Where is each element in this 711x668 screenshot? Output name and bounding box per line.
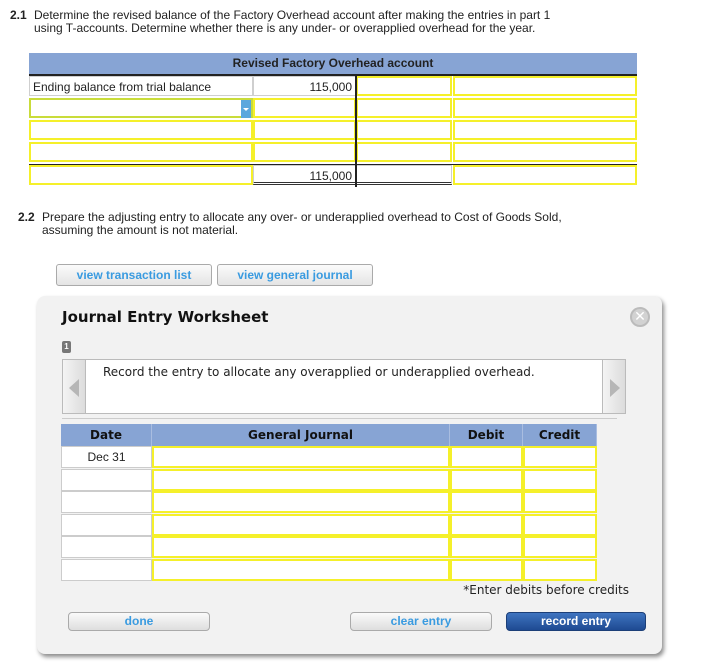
step-badge[interactable]: 1 bbox=[62, 341, 71, 353]
debit-input[interactable] bbox=[450, 491, 523, 513]
credit-input[interactable] bbox=[523, 536, 597, 558]
credit-input[interactable] bbox=[523, 446, 597, 468]
label-input[interactable] bbox=[29, 142, 253, 162]
column-header-credit: Credit bbox=[523, 424, 597, 446]
credit-input[interactable] bbox=[356, 98, 452, 118]
done-button[interactable]: done bbox=[68, 612, 210, 631]
t-account-table: Revised Factory Overhead account Ending … bbox=[29, 53, 637, 187]
debit-value: 115,000 bbox=[253, 76, 356, 96]
question-number: 2.2 bbox=[18, 210, 35, 224]
account-input[interactable] bbox=[152, 536, 450, 558]
question-text-line-2: assuming the amount is not material. bbox=[42, 223, 239, 237]
debits-note: *Enter debits before credits bbox=[463, 583, 629, 597]
date-cell bbox=[61, 558, 152, 581]
debit-input[interactable] bbox=[253, 98, 356, 118]
account-input[interactable] bbox=[152, 491, 450, 513]
balance-input[interactable] bbox=[453, 98, 637, 118]
view-transaction-list-button[interactable]: view transaction list bbox=[56, 264, 212, 286]
column-header-debit: Debit bbox=[450, 424, 523, 446]
question-number: 2.1 bbox=[10, 8, 27, 22]
credit-input[interactable] bbox=[523, 491, 597, 513]
balance-input[interactable] bbox=[453, 120, 637, 140]
chevron-down-icon[interactable] bbox=[241, 100, 251, 118]
question-2-1: 2.1 Determine the revised balance of the… bbox=[10, 9, 690, 39]
credit-input[interactable] bbox=[356, 142, 452, 162]
record-entry-button[interactable]: record entry bbox=[506, 612, 646, 631]
journal-entry-worksheet: Journal Entry Worksheet ✕ 1 Record the e… bbox=[37, 296, 662, 654]
instruction-text: Record the entry to allocate any overapp… bbox=[103, 365, 535, 379]
t-account-center-line bbox=[355, 76, 357, 187]
date-cell bbox=[61, 536, 152, 558]
t-account-row: Ending balance from trial balance 115,00… bbox=[29, 76, 637, 98]
account-input[interactable] bbox=[152, 558, 450, 581]
debit-input[interactable] bbox=[253, 142, 356, 162]
account-select[interactable] bbox=[29, 98, 253, 118]
credit-total bbox=[356, 165, 452, 185]
previous-arrow-icon[interactable] bbox=[62, 359, 86, 414]
column-header-date: Date bbox=[61, 424, 152, 446]
t-account-total-row: 115,000 bbox=[29, 165, 637, 187]
date-cell bbox=[61, 513, 152, 536]
question-2-2: 2.2 Prepare the adjusting entry to alloc… bbox=[18, 211, 698, 241]
credit-input[interactable] bbox=[523, 513, 597, 536]
account-input[interactable] bbox=[152, 446, 450, 468]
t-account-row bbox=[29, 120, 637, 142]
next-arrow-icon[interactable] bbox=[602, 359, 626, 414]
credit-input[interactable] bbox=[523, 468, 597, 491]
date-cell bbox=[61, 468, 152, 491]
credit-input[interactable] bbox=[356, 120, 452, 140]
close-icon[interactable]: ✕ bbox=[630, 307, 650, 327]
t-account-title: Revised Factory Overhead account bbox=[29, 53, 637, 76]
t-account-row bbox=[29, 98, 637, 120]
debit-input[interactable] bbox=[450, 446, 523, 468]
balance-input[interactable] bbox=[453, 142, 637, 162]
balance-input[interactable] bbox=[453, 165, 637, 185]
debit-input[interactable] bbox=[450, 468, 523, 491]
view-general-journal-button[interactable]: view general journal bbox=[217, 264, 373, 286]
debit-input[interactable] bbox=[450, 558, 523, 581]
account-input[interactable] bbox=[152, 468, 450, 491]
instruction-box: Record the entry to allocate any overapp… bbox=[62, 359, 626, 414]
t-account-row bbox=[29, 142, 637, 164]
question-text-line-2: using T-accounts. Determine whether ther… bbox=[34, 21, 536, 35]
divider bbox=[62, 418, 617, 419]
debit-input[interactable] bbox=[253, 120, 356, 140]
clear-entry-button[interactable]: clear entry bbox=[350, 612, 492, 631]
debit-input[interactable] bbox=[450, 536, 523, 558]
debit-input[interactable] bbox=[450, 513, 523, 536]
debit-total: 115,000 bbox=[253, 165, 356, 185]
date-cell: Dec 31 bbox=[61, 446, 152, 468]
column-header-general-journal: General Journal bbox=[152, 424, 450, 446]
credit-input[interactable] bbox=[523, 558, 597, 581]
date-cell bbox=[61, 491, 152, 513]
balance-input[interactable] bbox=[453, 76, 637, 96]
credit-input[interactable] bbox=[356, 76, 452, 96]
row-label: Ending balance from trial balance bbox=[29, 76, 253, 96]
label-input[interactable] bbox=[29, 120, 253, 140]
label-input[interactable] bbox=[29, 165, 253, 185]
worksheet-title: Journal Entry Worksheet bbox=[62, 308, 269, 326]
account-input[interactable] bbox=[152, 513, 450, 536]
